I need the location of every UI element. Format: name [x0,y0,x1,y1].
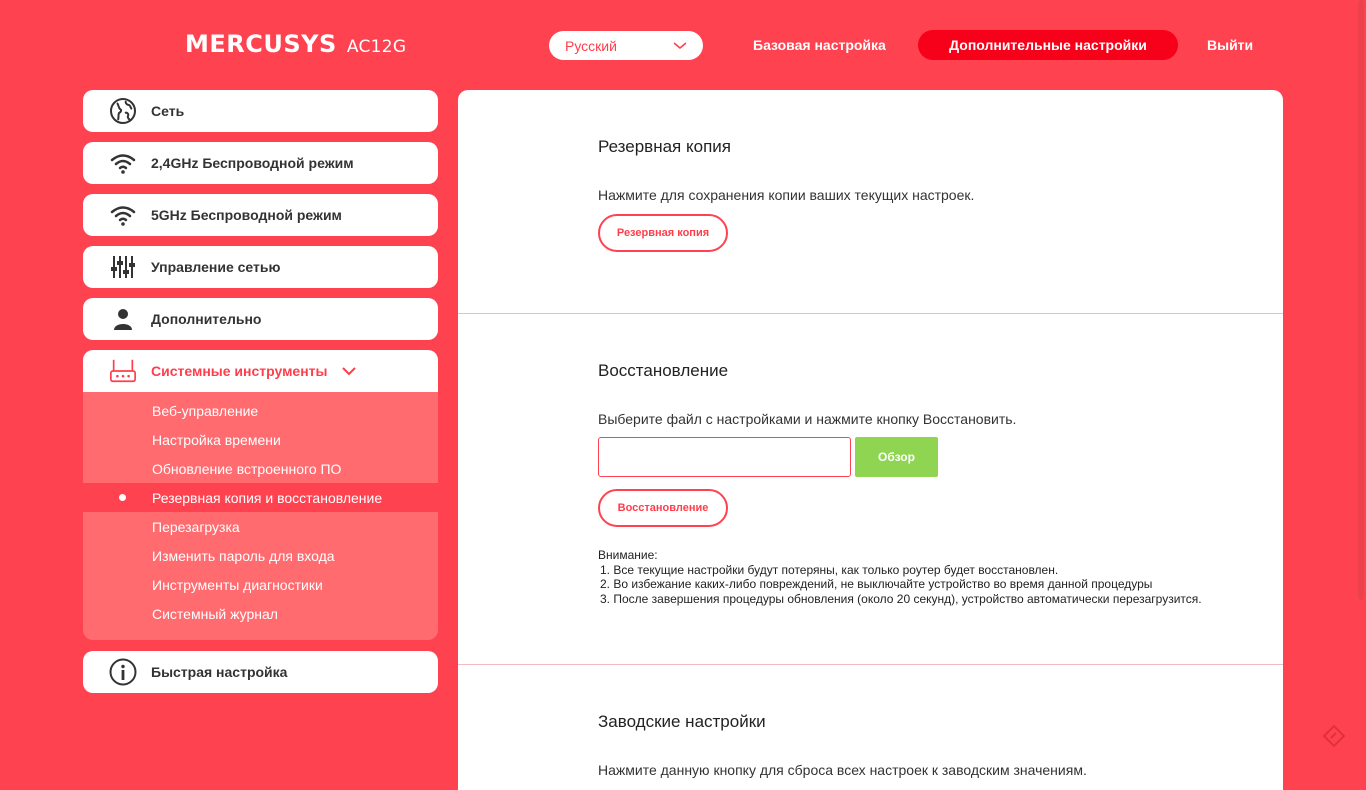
sidebar-item-quick-setup[interactable]: Быстрая настройка [83,651,438,693]
chevron-down-icon [341,366,356,375]
sidebar-item-label: Сеть [151,103,185,119]
user-icon [109,305,137,333]
globe-icon [109,97,137,125]
factory-description: Нажмите данную кнопку для сброса всех на… [598,762,1087,778]
submenu-item-reboot[interactable]: Перезагрузка [83,512,438,541]
submenu-item-backup-restore[interactable]: Резервная копия и восстановление [83,483,438,512]
chevron-down-icon [673,41,687,49]
sidebar-item-wireless-5[interactable]: 5GHz Беспроводной режим [83,194,438,236]
logout-link[interactable]: Выйти [1207,37,1253,53]
brand-name: MERCUSYS [185,30,337,58]
sidebar-item-label: Системные инструменты [151,363,328,379]
submenu-item-firmware-upgrade[interactable]: Обновление встроенного ПО [83,454,438,483]
submenu-item-system-log[interactable]: Системный журнал [83,599,438,628]
note-item: 3. После завершения процедуры обновления… [600,591,1202,606]
wifi-icon [109,149,137,177]
sidebar-item-wireless-24[interactable]: 2,4GHz Беспроводной режим [83,142,438,184]
model-name: AC12G [346,37,407,57]
submenu-item-label: Перезагрузка [152,518,240,535]
restore-button[interactable]: Восстановление [598,489,728,527]
restore-notes: Внимание: 1. Все текущие настройки будут… [598,548,1202,606]
notes-title: Внимание: [598,548,658,562]
router-icon [109,357,137,385]
language-value: Русский [565,37,617,54]
backup-description: Нажмите для сохранения копии ваших текущ… [598,187,975,203]
restore-description: Выберите файл с настройками и нажмите кн… [598,411,1017,427]
submenu-item-time-settings[interactable]: Настройка времени [83,425,438,454]
feedback-icon[interactable] [1322,724,1346,748]
sidebar-item-label: 5GHz Беспроводной режим [151,207,342,223]
factory-section-title: Заводские настройки [598,712,766,731]
wifi-icon [109,201,137,229]
info-icon [109,658,137,686]
sidebar-item-label: Дополнительно [151,311,262,327]
main-panel: Резервная копия Нажмите для сохранения к… [458,90,1283,790]
nav-advanced-settings[interactable]: Дополнительные настройки [918,30,1178,60]
sidebar-item-network[interactable]: Сеть [83,90,438,132]
note-item: 2. Во избежание каких-либо повреждений, … [600,577,1153,591]
submenu-item-label: Изменить пароль для входа [152,547,335,564]
submenu-item-label: Резервная копия и восстановление [152,489,383,506]
logo: MERCUSYS AC12G [185,30,406,58]
note-item: 1. Все текущие настройки будут потеряны,… [600,562,1059,577]
backup-section-title: Резервная копия [598,137,731,156]
submenu-item-web-management[interactable]: Веб-управление [83,396,438,425]
system-tools-submenu: Веб-управление Настройка времени Обновле… [83,392,438,640]
browse-button[interactable]: Обзор [855,437,938,477]
divider [458,664,1283,665]
language-select[interactable]: Русский [549,31,703,60]
backup-button[interactable]: Резервная копия [598,214,728,252]
nav-basic-settings[interactable]: Базовая настройка [753,37,886,53]
submenu-item-label: Веб-управление [152,402,259,419]
submenu-item-diagnostics[interactable]: Инструменты диагностики [83,570,438,599]
submenu-item-label: Системный журнал [152,605,278,622]
sidebar-item-network-control[interactable]: Управление сетью [83,246,438,288]
sidebar-item-advanced[interactable]: Дополнительно [83,298,438,340]
sidebar-item-system-tools[interactable]: Системные инструменты [83,350,438,392]
submenu-item-label: Инструменты диагностики [152,576,323,593]
selected-dot-icon [119,494,126,501]
submenu-item-change-password[interactable]: Изменить пароль для входа [83,541,438,570]
scrollbar[interactable] [1358,0,1364,600]
submenu-item-label: Обновление встроенного ПО [152,460,342,477]
sidebar-item-label: 2,4GHz Беспроводной режим [151,155,354,171]
divider [458,313,1283,314]
sidebar-item-label: Управление сетью [151,259,281,275]
sidebar-item-label: Быстрая настройка [151,664,288,680]
restore-section-title: Восстановление [598,361,729,380]
sliders-icon [109,253,137,281]
submenu-item-label: Настройка времени [152,431,281,448]
restore-file-input[interactable] [598,437,851,477]
